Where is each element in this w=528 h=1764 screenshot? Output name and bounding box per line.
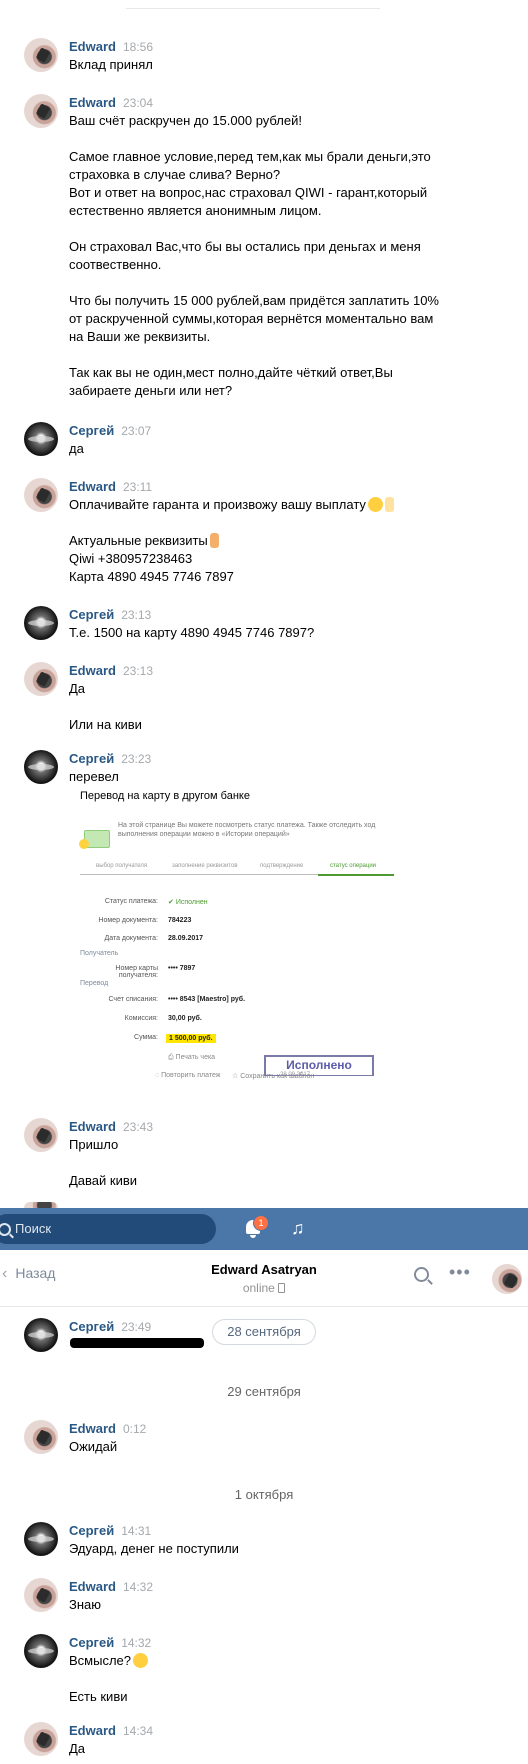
message-time[interactable]: 23:11 xyxy=(123,480,152,494)
top-navigation-bar: Поиск 1 ♫ xyxy=(0,1208,528,1250)
message-text: Пришло Давай киви xyxy=(69,1137,138,1188)
search-input[interactable]: Поиск xyxy=(0,1214,216,1244)
step-label: подтверждение xyxy=(260,863,304,869)
author-name[interactable]: Edward xyxy=(69,1119,116,1134)
avatar[interactable] xyxy=(24,94,58,128)
message-time[interactable]: 14:32 xyxy=(121,1636,151,1650)
message-time[interactable]: 14:34 xyxy=(123,1724,153,1738)
progress-steps: выбор получателя заполнение реквизитов п… xyxy=(80,863,394,885)
notification-badge: 1 xyxy=(253,1215,269,1231)
avatar[interactable] xyxy=(24,1118,58,1152)
avatar[interactable] xyxy=(24,750,58,784)
print-receipt-link[interactable]: ⎙ Печать чека xyxy=(168,1054,215,1062)
avatar[interactable] xyxy=(24,1318,58,1352)
sum-value: 1 500,00 руб. xyxy=(166,1034,216,1043)
author-name[interactable]: Сергей xyxy=(69,751,114,766)
avatar[interactable] xyxy=(24,606,58,640)
avatar[interactable] xyxy=(24,1420,58,1454)
status-label: Статус платежа: xyxy=(104,898,158,905)
author-name[interactable]: Сергей xyxy=(69,1523,114,1538)
message-time[interactable]: 23:43 xyxy=(123,1120,153,1134)
step-label: выбор получателя xyxy=(96,863,148,869)
mobile-icon xyxy=(278,1283,286,1293)
step-label: статус операции xyxy=(330,863,377,869)
music-icon[interactable]: ♫ xyxy=(291,1218,305,1239)
message-time[interactable]: 23:49 xyxy=(121,1320,151,1334)
author-name[interactable]: Сергей xyxy=(69,1319,114,1334)
message-text: Ожидай xyxy=(69,1439,118,1454)
search-icon xyxy=(0,1223,11,1236)
card-icon xyxy=(79,830,110,849)
top-divider xyxy=(126,8,380,9)
hand-point-down-icon xyxy=(384,497,394,512)
avatar[interactable] xyxy=(24,478,58,512)
message-text: Всмысле? Есть киви xyxy=(69,1652,489,1706)
message-time[interactable]: 23:23 xyxy=(121,752,151,766)
author-name[interactable]: Edward xyxy=(69,479,116,494)
hand-point-down-icon xyxy=(209,533,219,548)
message-text: Да xyxy=(69,1741,86,1756)
status-value: ✔ Исполнен xyxy=(168,899,208,906)
author-name[interactable]: Edward xyxy=(69,1421,116,1436)
date-pill[interactable]: 28 сентября xyxy=(212,1319,316,1345)
step-label: заполнение реквизитов xyxy=(172,863,238,869)
grinning-face-emoji-icon xyxy=(133,1653,148,1668)
avatar[interactable] xyxy=(24,1578,58,1612)
date-separator: 29 сентября xyxy=(227,1384,301,1399)
message-text: Вклад принял xyxy=(69,57,153,72)
search-placeholder: Поиск xyxy=(15,1221,52,1236)
receipt-info: На этой странице Вы можете посмотреть ст… xyxy=(118,822,376,838)
repeat-payment-link[interactable]: ◌ Повторить платеж xyxy=(155,1072,220,1079)
money-face-emoji-icon xyxy=(367,497,383,512)
author-name[interactable]: Edward xyxy=(69,1579,116,1594)
chat-avatar[interactable] xyxy=(492,1264,522,1294)
payment-receipt-image[interactable]: Перевод на карту в другом банке На этой … xyxy=(79,790,400,1090)
author-name[interactable]: Сергей xyxy=(69,607,114,622)
message-text: Знаю xyxy=(69,1597,102,1612)
redacted-text xyxy=(70,1338,204,1348)
author-name[interactable]: Edward xyxy=(69,663,116,678)
message-text: Да Или на киви xyxy=(69,681,142,732)
message-time[interactable]: 23:07 xyxy=(121,424,151,438)
author-name[interactable]: Edward xyxy=(69,39,116,54)
avatar[interactable] xyxy=(24,1722,58,1756)
more-icon[interactable]: ••• xyxy=(449,1262,471,1283)
message-text: да xyxy=(69,441,84,456)
message-time[interactable]: 14:32 xyxy=(123,1580,153,1594)
avatar[interactable] xyxy=(24,38,58,72)
message-time[interactable]: 23:04 xyxy=(123,96,153,110)
message-time[interactable]: 18:56 xyxy=(123,40,153,54)
avatar[interactable] xyxy=(24,662,58,696)
author-name[interactable]: Сергей xyxy=(69,423,114,438)
receipt-title: Перевод на карту в другом банке xyxy=(80,790,250,802)
search-icon[interactable] xyxy=(414,1267,429,1282)
message-time[interactable]: 14:31 xyxy=(121,1524,151,1538)
message-time[interactable]: 0:12 xyxy=(123,1422,146,1436)
date-separator: 1 октября xyxy=(234,1487,294,1502)
avatar[interactable] xyxy=(24,422,58,456)
message-text: Ваш счёт раскручен до 15.000 рублей! Сам… xyxy=(69,113,439,398)
author-name[interactable]: Сергей xyxy=(69,1635,114,1650)
message-time[interactable]: 23:13 xyxy=(121,608,151,622)
author-name[interactable]: Edward xyxy=(69,95,116,110)
message-text: перевел xyxy=(69,769,119,784)
online-status: online xyxy=(0,1281,528,1295)
message-text: Оплачивайте гаранта и произвожу вашу вып… xyxy=(69,496,489,586)
avatar[interactable] xyxy=(24,1634,58,1668)
message-text: Т.е. 1500 на карту 4890 4945 7746 7897? xyxy=(69,625,315,640)
message-text: Эдуард, денег не поступили xyxy=(69,1541,239,1556)
chat-header: ‹ Назад Edward Asatryan online ••• xyxy=(0,1250,528,1307)
avatar[interactable] xyxy=(24,1522,58,1556)
author-name[interactable]: Edward xyxy=(69,1723,116,1738)
message-time[interactable]: 23:13 xyxy=(123,664,153,678)
